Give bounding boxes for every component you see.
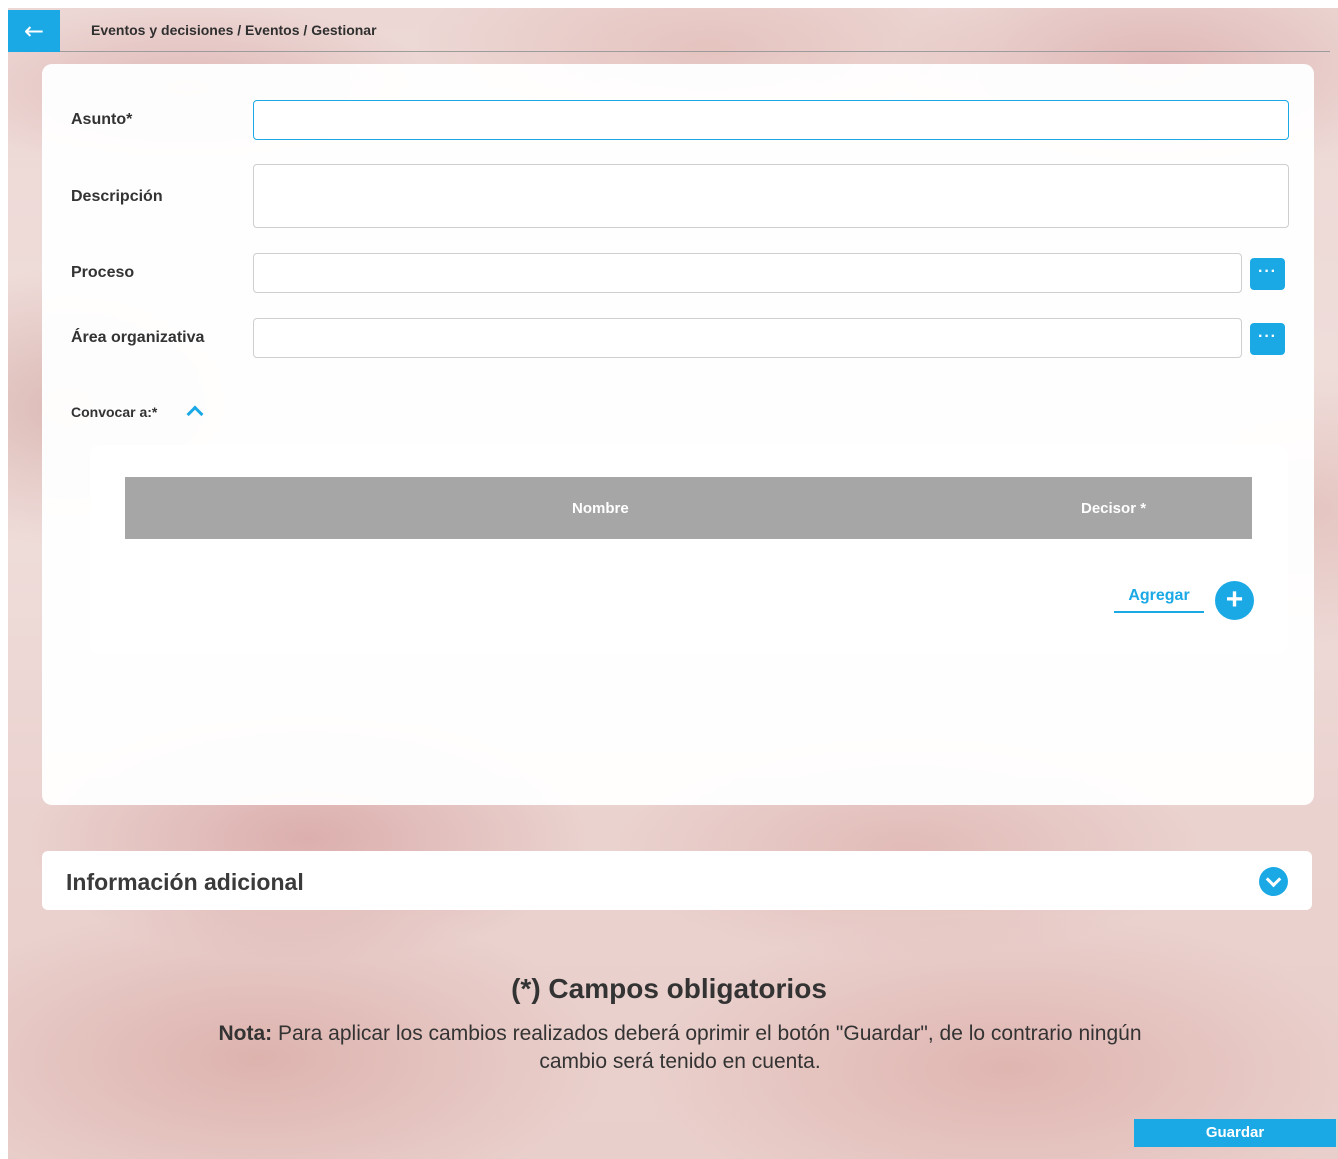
asunto-input[interactable] <box>253 100 1289 140</box>
asunto-label: Asunto* <box>71 111 133 128</box>
participants-table-header: Nombre Decisor * <box>125 477 1252 539</box>
back-arrow-icon[interactable]: ← <box>8 10 60 52</box>
note-prefix: Nota: <box>218 1022 273 1045</box>
top-bar: ← Eventos y decisiones / Eventos / Gesti… <box>8 10 1330 52</box>
descripcion-textarea[interactable] <box>253 164 1289 228</box>
save-note: Nota: Para aplicar los cambios realizado… <box>210 1020 1150 1076</box>
proceso-label: Proceso <box>71 264 135 281</box>
column-decisor: Decisor * <box>1081 500 1147 517</box>
area-label: Área organizativa <box>71 329 205 346</box>
chevron-up-icon[interactable] <box>186 405 204 423</box>
informacion-adicional-title: Información adicional <box>66 869 304 895</box>
area-organizativa-input[interactable] <box>253 318 1242 358</box>
proceso-lookup-button[interactable]: ··· <box>1250 258 1285 290</box>
convocar-label: Convocar a:* <box>71 404 158 420</box>
note-text: Para aplicar los cambios realizados debe… <box>272 1022 1142 1073</box>
informacion-adicional-section[interactable]: Información adicional <box>42 851 1312 910</box>
descripcion-label: Descripción <box>71 188 163 205</box>
chevron-down-icon[interactable] <box>1259 867 1288 896</box>
guardar-button[interactable]: Guardar <box>1134 1119 1336 1147</box>
convocar-panel: Nombre Decisor * Agregar + <box>90 445 1288 655</box>
area-lookup-button[interactable]: ··· <box>1250 323 1285 355</box>
column-nombre: Nombre <box>572 500 629 517</box>
proceso-input[interactable] <box>253 253 1242 293</box>
required-fields-note: (*) Campos obligatorios <box>511 973 827 1004</box>
form-card: Asunto* Descripción Proceso ··· Área org… <box>42 64 1314 805</box>
agregar-link[interactable]: Agregar <box>1114 587 1204 613</box>
add-participant-button[interactable]: + <box>1215 581 1254 620</box>
breadcrumb: Eventos y decisiones / Eventos / Gestion… <box>91 22 377 38</box>
